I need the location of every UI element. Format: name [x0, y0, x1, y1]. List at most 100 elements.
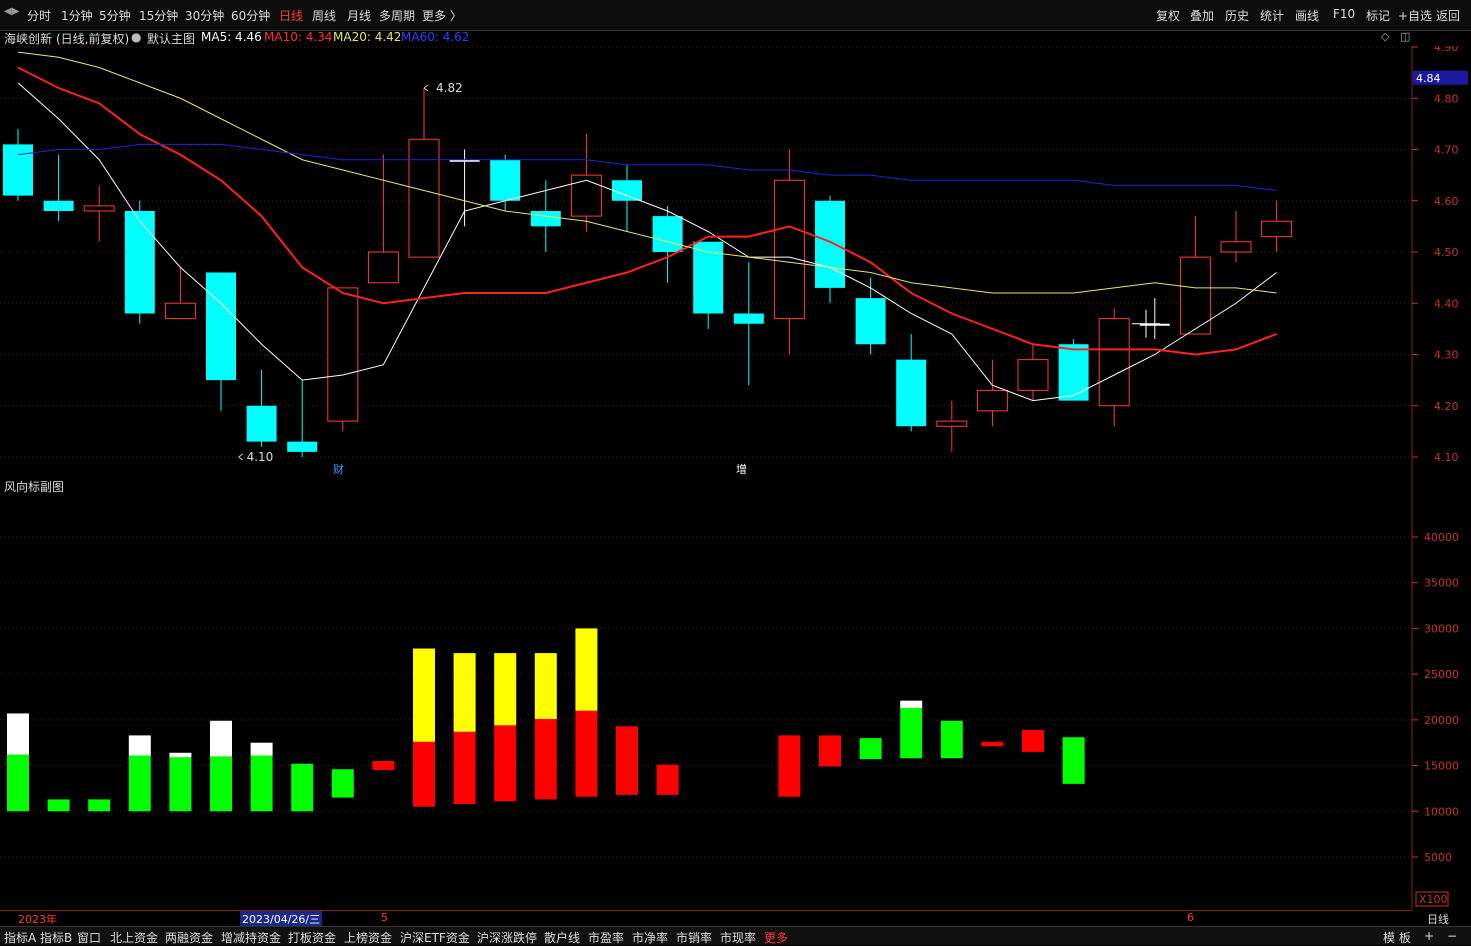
candle-body: [896, 359, 927, 427]
sub-bar-red: [981, 741, 1004, 747]
sub-bar-green: [210, 756, 232, 812]
sub-bar-red: [778, 735, 801, 797]
toolbar-action-5[interactable]: F10: [1333, 7, 1355, 21]
candle-body: [570, 174, 602, 217]
toolbar-action-3[interactable]: 统计: [1260, 7, 1284, 24]
indicator-tab-4[interactable]: 两融资金: [165, 929, 213, 946]
candle-body: [490, 159, 521, 201]
period-toolbar: ◀▶ 分时 1分钟 5分钟 15分钟 30分钟 60分钟 日线 周线 月线 多周期 更多 〉 复权叠…: [0, 0, 1471, 31]
period-tab-9[interactable]: 多周期: [379, 7, 415, 24]
sub-bar-green: [940, 720, 963, 759]
sub-bar-green: [250, 755, 273, 812]
sub-bar-red: [656, 764, 679, 795]
sub-bar-red: [372, 761, 395, 771]
period-label[interactable]: 日线: [1427, 911, 1449, 927]
indicator-tab-14[interactable]: 市现率: [720, 929, 756, 946]
sub-bar-red: [534, 718, 557, 800]
sub-bar-green: [169, 757, 192, 812]
finance-marker: 财: [333, 462, 344, 476]
sub-tick-label: 25000: [1424, 668, 1459, 681]
indicator-tab-13[interactable]: 市销率: [676, 929, 712, 946]
candle-body: [936, 420, 968, 427]
main-indicator-label[interactable]: 默认主图: [147, 30, 195, 47]
sub-bar-red: [453, 731, 476, 804]
toolbar-action-0[interactable]: 复权: [1156, 7, 1180, 24]
toolbar-action-8[interactable]: 返回: [1436, 7, 1460, 24]
indicator-tab-11[interactable]: 市盈率: [588, 929, 624, 946]
candle-body: [43, 200, 74, 211]
indicator-tab-7[interactable]: 上榜资金: [344, 929, 392, 946]
toolbar-action-6[interactable]: 标记: [1366, 7, 1390, 24]
indicator-tab-9[interactable]: 沪深涨跌停: [477, 929, 537, 946]
indicator-tab-8[interactable]: 沪深ETF资金: [400, 929, 470, 946]
sub-bar-red: [616, 726, 638, 795]
candle-body: [612, 180, 642, 201]
bottom-action-1[interactable]: +: [1424, 929, 1434, 943]
candle-body: [1058, 344, 1089, 401]
sub-bar-yellow: [413, 648, 435, 742]
period-tab-8[interactable]: 月线: [347, 7, 371, 24]
fengxiangbiao-subchart[interactable]: 40000 35000 30000 25000 20000 15000 10000 5000 X…: [0, 476, 1471, 910]
price-tick-label: 4.50: [1434, 246, 1459, 259]
sub-bar-yellow: [534, 653, 557, 719]
sub-tick-label: 40000: [1424, 531, 1459, 544]
toolbar-action-7[interactable]: +自选: [1398, 7, 1432, 24]
candle-body: [83, 205, 115, 212]
low-price-label: 4.10: [247, 450, 274, 464]
indicator-tab-5[interactable]: 增减持资金: [221, 929, 281, 946]
candle-body: [855, 298, 886, 345]
period-tab-0[interactable]: 分时: [27, 7, 51, 24]
period-tab-1[interactable]: 1分钟: [61, 7, 93, 24]
indicator-tab-1[interactable]: 指标B: [40, 929, 72, 946]
x100-label: X100: [1419, 893, 1448, 906]
sub-bar-green: [291, 763, 314, 812]
bottom-action-0[interactable]: 模 板: [1383, 929, 1411, 946]
indicator-tab-10[interactable]: 散户线: [544, 929, 580, 946]
ma20-value: MA20: 4.42: [333, 30, 402, 44]
period-tab-10[interactable]: 更多 〉: [422, 7, 462, 24]
adjust-mode: (日线,前复权): [56, 32, 130, 46]
price-tick-label: 4.80: [1434, 92, 1459, 105]
indicator-tab-2[interactable]: 窗口: [77, 929, 101, 946]
sub-bar-red: [494, 725, 517, 802]
diamond-icon[interactable]: ◇: [1381, 30, 1389, 43]
candle-body: [3, 144, 33, 196]
period-tab-6[interactable]: 日线: [279, 7, 303, 24]
period-tab-5[interactable]: 60分钟: [231, 7, 270, 24]
date-month-6: 6: [1187, 911, 1194, 924]
period-tab-7[interactable]: 周线: [312, 7, 336, 24]
period-tab-2[interactable]: 5分钟: [99, 7, 131, 24]
period-tab-4[interactable]: 30分钟: [185, 7, 224, 24]
indicator-tab-3[interactable]: 北上资金: [110, 929, 158, 946]
candle-body: [287, 441, 318, 452]
toolbar-action-2[interactable]: 历史: [1225, 7, 1249, 24]
ma-line-ma20: [17, 51, 1277, 294]
price-tick-label: 4.10: [1434, 451, 1459, 464]
candle-body: [693, 241, 724, 314]
sub-bar-white: [128, 735, 151, 756]
panel-toggle-icon[interactable]: ◫: [1400, 30, 1410, 43]
sub-bar-green: [900, 707, 923, 759]
candle-body: [408, 138, 440, 258]
sub-bar-white: [169, 752, 192, 758]
toolbar-action-1[interactable]: 叠加: [1190, 7, 1214, 24]
indicator-tab-15[interactable]: 更多: [764, 929, 788, 946]
toolbar-action-4[interactable]: 画线: [1295, 7, 1319, 24]
period-tab-3[interactable]: 15分钟: [139, 7, 178, 24]
indicator-tab-12[interactable]: 市净率: [632, 929, 668, 946]
high-arrow-icon: [423, 84, 429, 92]
indicator-tab-6[interactable]: 打板资金: [288, 929, 336, 946]
candle-body: [164, 302, 196, 320]
candlestick-chart[interactable]: 4.90 4.80 4.70 4.60 4.50 4.40 4.30 4.20 4.10 4.84…: [0, 46, 1471, 476]
indicator-tab-0[interactable]: 指标A: [4, 929, 36, 946]
settings-gear-icon[interactable]: ●: [131, 30, 141, 44]
nav-back-icon[interactable]: ◀▶: [4, 6, 19, 17]
candle-body: [1261, 220, 1293, 238]
candle-body: [327, 287, 359, 422]
ma-line-ma60: [17, 143, 1277, 191]
bottom-action-2[interactable]: −: [1447, 929, 1457, 943]
candle-body: [1098, 318, 1130, 407]
sub-bar-red: [413, 741, 435, 807]
sub-tick-label: 20000: [1424, 714, 1459, 727]
main-chart-info: 海峡创新 (日线,前复权) ● 默认主图 MA5: 4.46 MA10: 4.3…: [0, 30, 1410, 46]
